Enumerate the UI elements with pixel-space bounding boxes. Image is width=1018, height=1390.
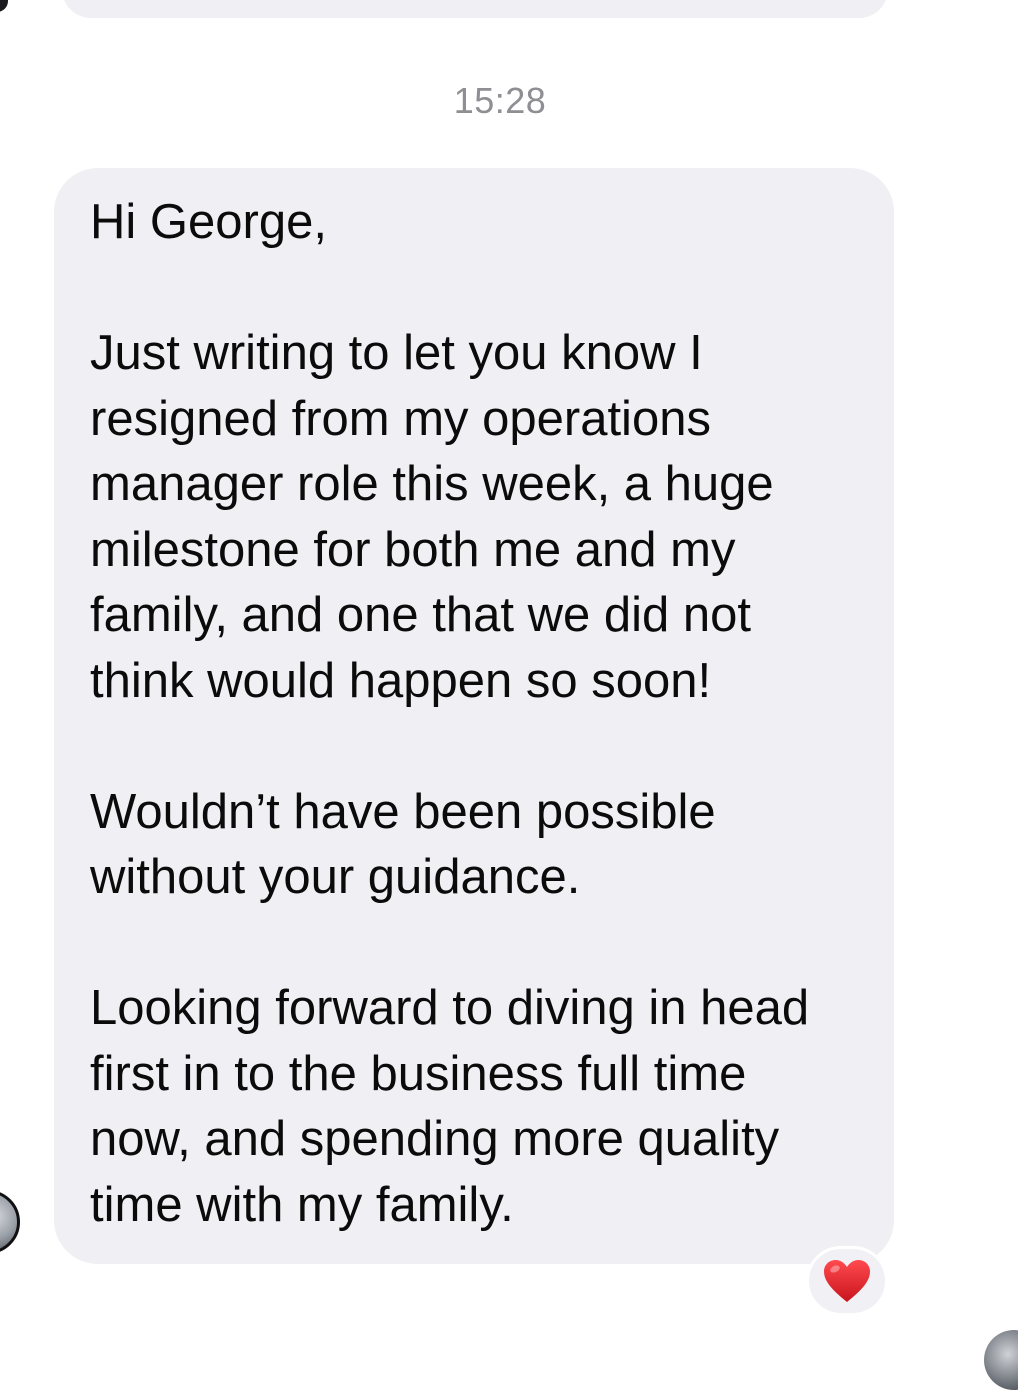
previous-avatar-edge	[0, 0, 8, 12]
heart-icon	[824, 1260, 870, 1302]
reaction-badge[interactable]	[806, 1246, 888, 1316]
sender-avatar[interactable]	[0, 1190, 20, 1254]
message-timestamp: 15:28	[453, 80, 547, 121]
message-bubble[interactable]: Hi George, Just writing to let you know …	[54, 168, 894, 1264]
read-receipt-avatar	[984, 1330, 1018, 1390]
message-text: Hi George, Just writing to let you know …	[90, 195, 810, 1232]
previous-message-bubble[interactable]	[62, 0, 888, 18]
